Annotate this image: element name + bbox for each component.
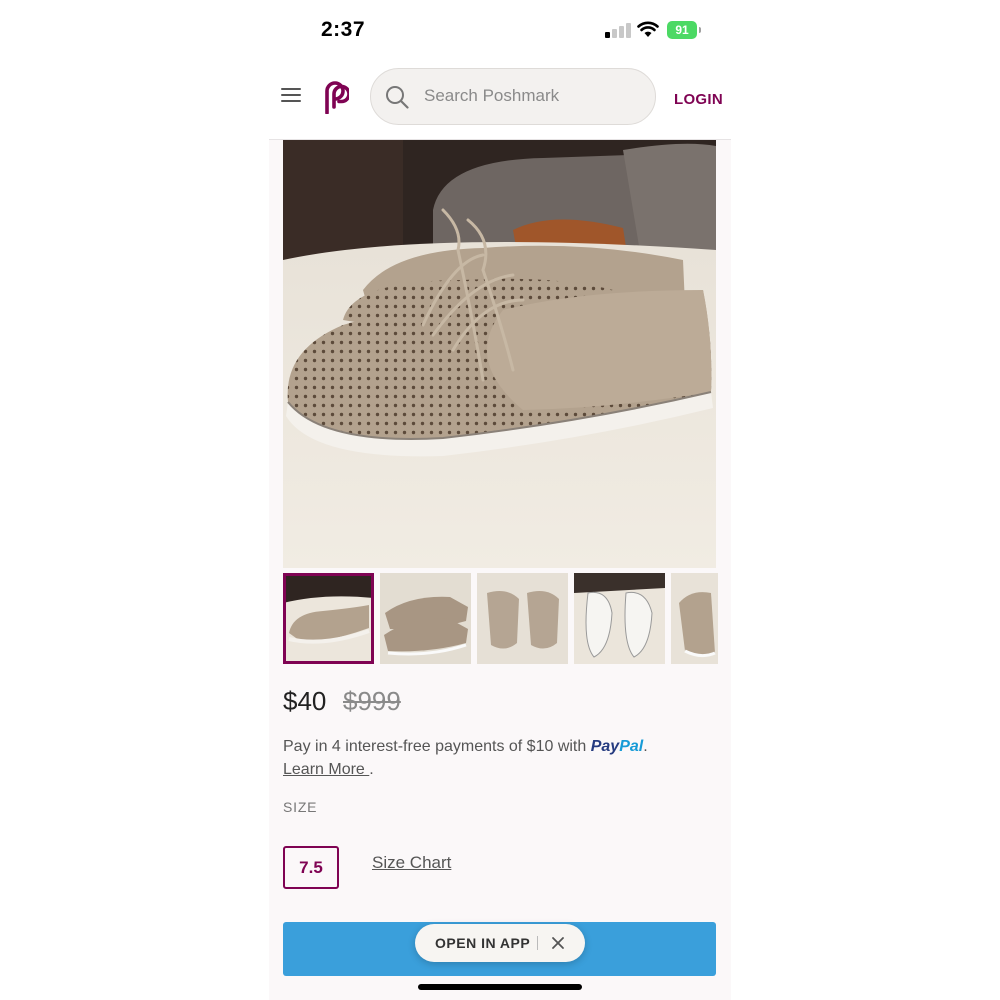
thumbnail-5[interactable] bbox=[671, 573, 718, 664]
home-indicator[interactable] bbox=[418, 984, 582, 990]
paypal-logo: PayPal bbox=[590, 738, 644, 755]
search-input[interactable]: Search Poshmark bbox=[370, 68, 656, 125]
close-icon[interactable] bbox=[550, 935, 566, 951]
thumbnail-2[interactable] bbox=[380, 573, 471, 664]
status-bar: 2:37 91 bbox=[269, 0, 731, 62]
original-price: $999 bbox=[343, 686, 401, 716]
search-placeholder: Search Poshmark bbox=[424, 86, 560, 105]
phone-screen: 2:37 91 Search Poshmark LOGIN $40 $999 P… bbox=[269, 0, 731, 1000]
learn-more-link[interactable]: Learn More bbox=[283, 761, 369, 778]
status-time: 2:37 bbox=[321, 18, 366, 41]
payment-info: Pay in 4 interest-free payments of $10 w… bbox=[283, 738, 648, 778]
open-in-app-label: OPEN IN APP bbox=[435, 935, 531, 951]
search-icon bbox=[386, 86, 409, 109]
hamburger-menu-icon[interactable] bbox=[281, 88, 301, 104]
poshmark-logo-icon[interactable] bbox=[319, 80, 349, 114]
thumbnail-1[interactable] bbox=[283, 573, 374, 664]
thumbnail-3[interactable] bbox=[477, 573, 568, 664]
cellular-signal-icon bbox=[605, 22, 631, 38]
banner-divider bbox=[537, 936, 538, 950]
site-header: Search Poshmark LOGIN bbox=[269, 62, 731, 140]
main-product-image[interactable] bbox=[283, 140, 716, 568]
thumbnail-strip bbox=[283, 573, 718, 665]
battery-indicator: 91 bbox=[667, 21, 701, 39]
size-label: SIZE bbox=[283, 799, 318, 815]
payment-text: Pay in 4 interest-free payments of $10 w… bbox=[283, 738, 587, 755]
thumbnail-4[interactable] bbox=[574, 573, 665, 664]
login-link[interactable]: LOGIN bbox=[674, 91, 723, 108]
size-option[interactable]: 7.5 bbox=[283, 846, 339, 889]
size-chart-link[interactable]: Size Chart bbox=[372, 853, 451, 873]
listing-price: $40 bbox=[283, 686, 327, 716]
wifi-icon bbox=[637, 21, 659, 37]
open-in-app-banner[interactable]: OPEN IN APP bbox=[415, 924, 585, 962]
